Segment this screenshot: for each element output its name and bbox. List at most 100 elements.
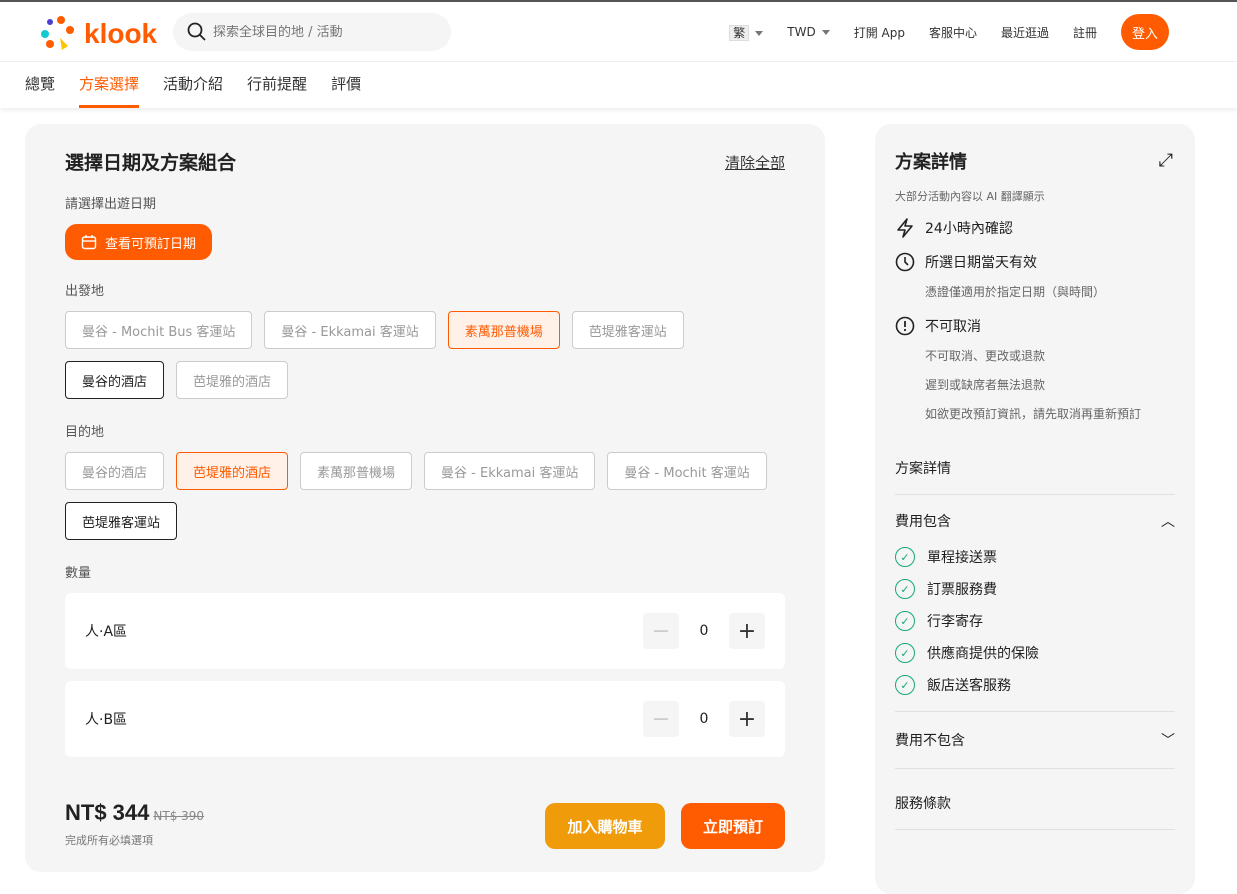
destination-option[interactable]: 芭堤雅客運站 [65,502,178,540]
origin-option-selected[interactable]: 素萬那普機場 [447,311,560,349]
booking-title: 選擇日期及方案組合 [65,152,237,174]
search-bar[interactable] [173,13,451,51]
destination-option[interactable]: 素萬那普機場 [300,452,413,490]
section-excluded[interactable]: 費用不包含 ﹀ [895,712,1175,769]
cancellation-info: 不可取消 [895,316,1175,336]
destination-option[interactable]: 曼谷的酒店 [65,452,165,490]
destination-option[interactable]: 曼谷 - Mochit 客運站 [607,452,767,490]
destination-options: 曼谷的酒店 芭堤雅的酒店 素萬那普機場 曼谷 - Ekkamai 客運站 曼谷 … [65,452,785,540]
cancellation-subtext: 遲到或缺席者無法退款 [925,378,1046,392]
chevron-down-icon: ﹀ [1161,733,1175,749]
included-text: 訂票服務費 [927,582,997,598]
origin-option[interactable]: 曼谷 - Mochit Bus 客運站 [65,311,253,349]
decrement-button[interactable]: − [643,701,679,737]
price-note: 完成所有必填選項 [65,834,153,847]
section-title: 服務條款 [895,796,951,812]
included-text: 供應商提供的保險 [927,646,1039,662]
included-item: ✓ 飯店送客服務 [895,675,1175,695]
calendar-icon [81,235,97,250]
confirmation-text: 24小時內確認 [925,221,1013,237]
origin-option[interactable]: 芭堤雅客運站 [571,311,684,349]
check-circle-icon: ✓ [895,611,915,631]
tab-reminders[interactable]: 行前提醒 [247,62,307,108]
tab-overview[interactable]: 總覽 [25,62,55,108]
chevron-up-icon: ︿ [1161,514,1175,530]
section-tabs: 總覽 方案選擇 活動介紹 行前提醒 評價 [0,62,1237,108]
included-item: ✓ 供應商提供的保險 [895,643,1175,663]
origin-label: 出發地 [65,284,105,299]
increment-button[interactable]: + [729,613,765,649]
expand-icon[interactable]: ⤢ [1159,150,1173,171]
section-terms[interactable]: 服務條款 [895,769,1175,830]
quantity-stepper: − 0 + [643,613,765,649]
increment-button[interactable]: + [729,701,765,737]
check-dates-button[interactable]: 查看可預訂日期 [65,224,213,260]
book-now-button[interactable]: 立即預訂 [681,803,785,849]
origin-option[interactable]: 芭堤雅的酒店 [176,361,289,399]
validity-info: 所選日期當天有效 [895,252,1175,272]
section-title: 方案詳情 [895,461,951,477]
origin-options: 曼谷 - Mochit Bus 客運站 曼谷 - Ekkamai 客運站 素萬那… [65,311,785,399]
section-package-details[interactable]: 方案詳情 [895,442,1175,495]
destination-option[interactable]: 曼谷 - Ekkamai 客運站 [424,452,596,490]
destination-option-selected[interactable]: 芭堤雅的酒店 [176,452,289,490]
current-price: NT$ 344 [65,800,150,825]
login-button[interactable]: 登入 [1121,14,1169,50]
caret-down-icon [755,30,764,40]
quantity-label: 數量 [65,566,92,581]
included-item: ✓ 單程接送票 [895,547,1175,567]
top-header: klook 繁 TWD 打開 App 客服中心 最近逛過 註冊 登入 [0,2,1237,62]
origin-option[interactable]: 曼谷 - Ekkamai 客運站 [264,311,436,349]
section-included[interactable]: 費用包含 ︿ [895,495,1175,535]
signup-link[interactable]: 註冊 [1073,24,1097,41]
search-icon [187,22,206,41]
open-app-link[interactable]: 打開 App [854,24,905,41]
destination-label: 目的地 [65,425,105,440]
check-circle-icon: ✓ [895,547,915,567]
quantity-row: 人·B區 − 0 + [65,681,785,757]
lightning-icon [895,218,915,238]
language-selector[interactable]: 繁 [729,24,764,41]
included-text: 單程接送票 [927,550,997,566]
booking-panel: 選擇日期及方案組合 清除全部 請選擇出遊日期 查看可預訂日期 出發地 曼谷 - … [25,124,825,872]
section-title: 費用包含 [895,514,951,530]
search-input[interactable] [213,24,433,40]
cancellation-subtext: 不可取消、更改或退款 [925,349,1046,363]
check-dates-label: 查看可預訂日期 [105,236,197,252]
tab-packages[interactable]: 方案選擇 [79,62,140,108]
recently-viewed-link[interactable]: 最近逛過 [1001,24,1049,41]
quantity-stepper: − 0 + [643,701,765,737]
included-text: 行李寄存 [927,614,983,630]
quantity-value: 0 [699,623,709,639]
currency-label: TWD [787,25,816,39]
brand-name: klook [84,18,158,49]
language-label: 繁 [729,24,750,41]
ai-translation-note: 大部分活動內容以 AI 翻譯顯示 [895,190,1045,203]
add-to-cart-button[interactable]: 加入購物車 [545,803,665,849]
confirmation-info: 24小時內確認 [895,218,1175,238]
package-details-panel: 方案詳情 ⤢ 大部分活動內容以 AI 翻譯顯示 24小時內確認 所選日期當天有效… [875,124,1195,894]
clock-icon [895,252,915,272]
check-circle-icon: ✓ [895,675,915,695]
help-center-link[interactable]: 客服中心 [929,24,977,41]
clear-all-link[interactable]: 清除全部 [725,152,785,173]
currency-selector[interactable]: TWD [787,25,830,39]
tab-activity-info[interactable]: 活動介紹 [163,62,223,108]
cancellation-subtext: 如欲更改預訂資訊，請先取消再重新預訂 [925,407,1142,421]
origin-option[interactable]: 曼谷的酒店 [65,361,165,399]
details-title: 方案詳情 [895,152,967,173]
included-text: 飯店送客服務 [927,678,1011,694]
validity-subtext: 憑證僅適用於指定日期（與時間） [925,285,1106,299]
section-title: 費用不包含 [895,733,965,749]
quantity-row: 人·A區 − 0 + [65,593,785,669]
validity-text: 所選日期當天有效 [925,255,1037,271]
klook-logo[interactable]: klook [40,16,157,52]
decrement-button[interactable]: − [643,613,679,649]
alert-circle-icon [895,316,915,336]
quantity-value: 0 [699,711,709,727]
tab-reviews[interactable]: 評價 [331,62,361,108]
logo-icon [41,16,74,50]
caret-down-icon [821,30,830,39]
original-price: NT$ 390 [153,809,205,823]
price-block: NT$ 344 NT$ 390 完成所有必填選項 [65,800,204,848]
